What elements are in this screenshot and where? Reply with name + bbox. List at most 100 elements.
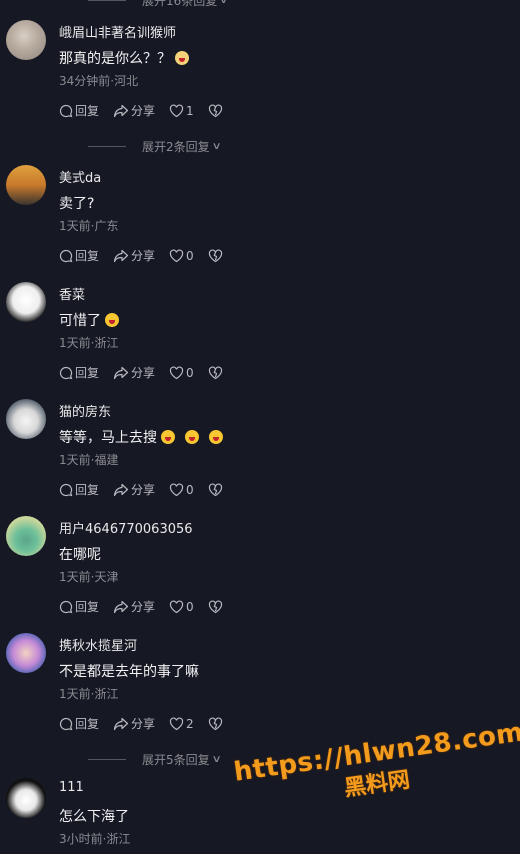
- reply-button[interactable]: 回复: [59, 364, 99, 381]
- reply-icon: [59, 104, 73, 117]
- comment-actions: 回复 分享 0: [59, 364, 239, 381]
- comment-text: 怎么下海了: [59, 809, 129, 825]
- username[interactable]: 111: [59, 780, 84, 795]
- broken-heart-icon: [208, 716, 222, 730]
- share-button[interactable]: 分享: [113, 247, 155, 264]
- username[interactable]: 峨眉山非著名训猴师: [59, 22, 176, 41]
- reply-button[interactable]: 回复: [59, 715, 99, 732]
- comment-actions: 回复 分享 2: [59, 715, 239, 732]
- comment-meta: 1天前·广东: [59, 219, 119, 233]
- divider: [88, 0, 126, 1]
- heart-icon: [169, 599, 184, 613]
- comment-actions: 回复 分享 0: [59, 247, 239, 264]
- broken-heart-icon: [208, 482, 222, 496]
- share-button[interactable]: 分享: [113, 481, 155, 498]
- comment-actions: 回复 分享 1: [59, 102, 239, 119]
- reply-label: 回复: [75, 249, 100, 263]
- like-count: 0: [186, 482, 194, 497]
- comment-meta: 1天前·天津: [59, 570, 119, 584]
- dislike-button[interactable]: [208, 103, 225, 118]
- reply-label: 回复: [75, 104, 100, 118]
- comment-meta: 3小时前·浙江: [59, 832, 131, 846]
- share-button[interactable]: 分享: [113, 102, 155, 119]
- share-icon: [113, 717, 129, 730]
- username[interactable]: 猫的房东: [59, 401, 111, 420]
- share-icon: [113, 104, 129, 117]
- reply-label: 回复: [75, 366, 100, 380]
- username[interactable]: 美式da: [59, 167, 101, 186]
- comment-actions: 回复 分享 0: [59, 481, 239, 498]
- share-button[interactable]: 分享: [113, 598, 155, 615]
- expand-label: 展开5条回复: [142, 753, 210, 767]
- emoji-icon: [175, 51, 189, 65]
- avatar[interactable]: [6, 165, 46, 205]
- dislike-button[interactable]: [208, 248, 225, 263]
- avatar[interactable]: [6, 282, 46, 322]
- comment-meta: 1天前·浙江: [59, 336, 119, 350]
- expand-label: 展开16条回复: [142, 0, 218, 8]
- like-button[interactable]: 1: [169, 104, 194, 118]
- chevron-down-icon: ∨: [211, 754, 222, 765]
- avatar[interactable]: [6, 20, 46, 60]
- chevron-down-icon: ∨: [218, 0, 230, 6]
- comment-text: 在哪呢: [59, 547, 101, 563]
- reply-button[interactable]: 回复: [59, 247, 99, 264]
- broken-heart-icon: [208, 599, 222, 613]
- dislike-button[interactable]: [208, 365, 225, 380]
- share-icon: [113, 366, 129, 379]
- comment-text: 等等，马上去搜: [59, 427, 223, 447]
- comment-meta: 1天前·福建: [59, 453, 119, 467]
- dislike-button[interactable]: [208, 599, 225, 614]
- reply-button[interactable]: 回复: [59, 481, 99, 498]
- like-button[interactable]: 0: [169, 366, 194, 380]
- share-label: 分享: [131, 600, 156, 614]
- reply-button[interactable]: 回复: [59, 598, 99, 615]
- heart-icon: [169, 482, 184, 496]
- expand-replies[interactable]: 展开2条回复 ∨: [88, 138, 221, 155]
- divider: [88, 759, 126, 760]
- comment-actions: 回复 分享 0: [59, 598, 239, 615]
- dislike-button[interactable]: [208, 482, 225, 497]
- comment-text: 那真的是你么？？: [59, 48, 189, 68]
- share-icon: [113, 483, 129, 496]
- watermark: https://hlwn28.com 黑料网: [232, 717, 520, 837]
- avatar[interactable]: [6, 633, 46, 673]
- comment-meta: 1天前·浙江: [59, 687, 119, 701]
- username[interactable]: 携秋水揽星河: [59, 635, 137, 654]
- like-button[interactable]: 0: [169, 600, 194, 614]
- like-count: 0: [186, 599, 194, 614]
- expand-replies-top[interactable]: 展开16条回复 ∨: [88, 0, 230, 9]
- share-label: 分享: [131, 483, 156, 497]
- emoji-icon: [105, 313, 119, 327]
- reply-icon: [59, 717, 73, 730]
- avatar[interactable]: [6, 399, 46, 439]
- heart-icon: [169, 248, 184, 262]
- comment-text: 可惜了: [59, 310, 119, 330]
- share-button[interactable]: 分享: [113, 364, 155, 381]
- reply-label: 回复: [75, 483, 100, 497]
- broken-heart-icon: [208, 248, 222, 262]
- reply-button[interactable]: 回复: [59, 102, 99, 119]
- comment-text: 不是都是去年的事了嘛: [59, 664, 199, 680]
- broken-heart-icon: [208, 365, 222, 379]
- comment-text: 卖了?: [59, 196, 95, 212]
- dislike-button[interactable]: [208, 716, 225, 731]
- avatar[interactable]: [6, 778, 46, 818]
- like-button[interactable]: 2: [169, 717, 194, 731]
- username[interactable]: 香菜: [59, 284, 85, 303]
- share-label: 分享: [131, 249, 156, 263]
- reply-icon: [59, 600, 73, 613]
- share-button[interactable]: 分享: [113, 715, 155, 732]
- like-count: 0: [186, 248, 194, 263]
- avatar[interactable]: [6, 516, 46, 556]
- like-button[interactable]: 0: [169, 249, 194, 263]
- username[interactable]: 用户4646770063056: [59, 518, 193, 537]
- like-button[interactable]: 0: [169, 483, 194, 497]
- expand-replies[interactable]: 展开5条回复 ∨: [88, 751, 222, 768]
- like-count: 2: [186, 716, 194, 731]
- broken-heart-icon: [208, 103, 222, 117]
- comment-meta: 34分钟前·河北: [59, 74, 139, 88]
- emoji-icon: [161, 430, 175, 444]
- heart-icon: [169, 103, 184, 117]
- share-label: 分享: [131, 104, 156, 118]
